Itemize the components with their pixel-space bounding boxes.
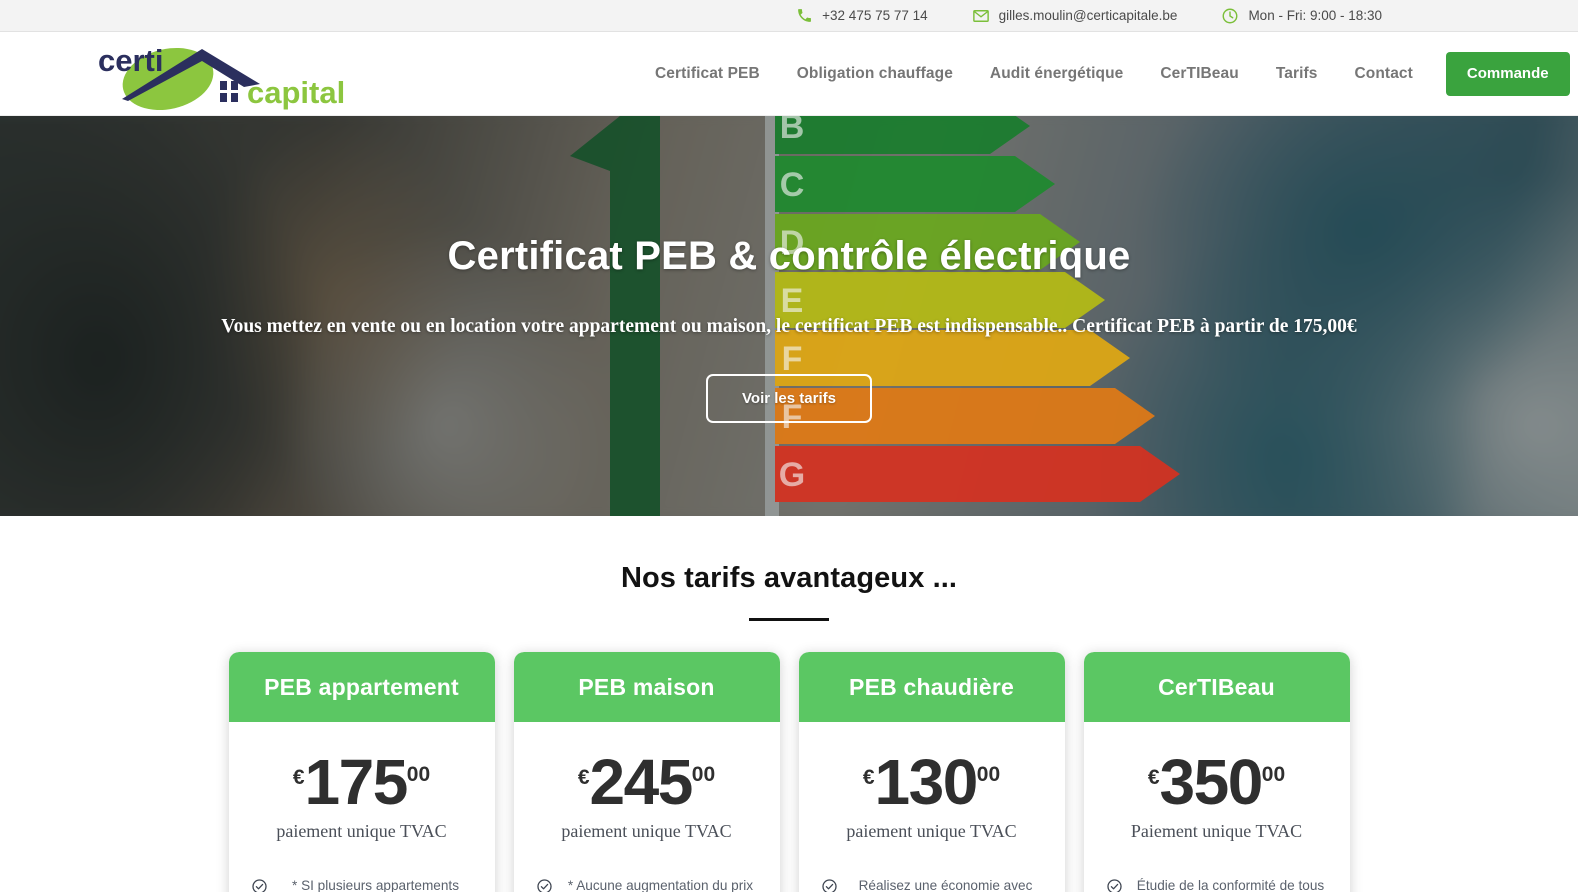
pricing-card-title: PEB chaudière: [849, 673, 1014, 700]
nav-item-obligation-chauffage[interactable]: Obligation chauffage: [797, 65, 953, 83]
site-logo[interactable]: certi capitale: [84, 37, 362, 111]
pricing-cards: PEB appartement € 175 00 paiement unique…: [0, 652, 1578, 892]
pricing-card-title: CerTIBeau: [1158, 673, 1275, 700]
price-decimals: 00: [1261, 763, 1286, 786]
site-header: certi capitale Certificat PEB Obligation…: [0, 32, 1578, 116]
pricing-card-body: € 130 00 paiement unique TVAC Réalisez u…: [799, 722, 1065, 892]
feature-item: * Aucune augmentation du prix en fonctio…: [530, 876, 764, 892]
topbar-hours: Mon - Fri: 9:00 - 18:30: [1221, 7, 1382, 25]
pricing-section-title: Nos tarifs avantageux ...: [620, 562, 958, 594]
price-currency: €: [577, 766, 590, 789]
feature-text: Étudie de la conformité de tous vos équi…: [1136, 877, 1325, 892]
pricing-card[interactable]: PEB appartement € 175 00 paiement unique…: [228, 652, 495, 892]
nav-item-audit-energetique[interactable]: Audit énergétique: [990, 65, 1123, 83]
pricing-card-body: € 175 00 paiement unique TVAC * SI plusi…: [229, 722, 495, 892]
feature-list: * Aucune augmentation du prix en fonctio…: [530, 876, 764, 892]
pricing-card-header: CerTIBeau: [1083, 652, 1350, 722]
price-note: paiement unique TVAC: [276, 820, 447, 841]
topbar-hours-text: Mon - Fri: 9:00 - 18:30: [1248, 8, 1382, 23]
clock-icon: [1221, 7, 1239, 25]
voir-les-tarifs-button[interactable]: Voir les tarifs: [706, 374, 872, 423]
hero-banner: B C D E F F G Certificat PEB & contrôle …: [0, 116, 1578, 516]
pricing-card-header: PEB chaudière: [798, 652, 1065, 722]
price-decimals: 00: [406, 763, 431, 786]
price-note: paiement unique TVAC: [846, 820, 1017, 841]
feature-text: * Aucune augmentation du prix en fonctio…: [567, 877, 754, 892]
check-circle-icon: [536, 878, 553, 892]
nav-item-contact[interactable]: Contact: [1355, 65, 1413, 83]
topbar-phone[interactable]: +32 475 75 77 14: [796, 7, 928, 24]
price-display: € 175 00: [292, 746, 431, 818]
price-display: € 245 00: [577, 746, 716, 818]
pricing-card[interactable]: CerTIBeau € 350 00 Paiement unique TVAC: [1083, 652, 1350, 892]
price-currency: €: [1147, 766, 1160, 789]
hero-title: Certificat PEB & contrôle électrique: [447, 234, 1131, 278]
nav-item-tarifs[interactable]: Tarifs: [1276, 65, 1318, 83]
feature-list: Étudie de la conformité de tous vos équi…: [1100, 876, 1334, 892]
feature-text: * SI plusieurs appartements 160,00€: [292, 877, 459, 892]
feature-item: * SI plusieurs appartements 160,00€: [245, 876, 479, 892]
svg-text:capitale: capitale: [247, 75, 346, 110]
price-decimals: 00: [976, 763, 1001, 786]
pricing-card-body: € 245 00 paiement unique TVAC * Aucune a…: [514, 722, 780, 892]
topbar-email[interactable]: gilles.moulin@certicapitale.be: [972, 7, 1178, 25]
price-note: paiement unique TVAC: [561, 820, 732, 841]
pricing-card-header: PEB appartement: [228, 652, 495, 722]
hero-content: Certificat PEB & contrôle électrique Vou…: [0, 116, 1578, 516]
pricing-card[interactable]: PEB chaudière € 130 00 paiement unique T…: [798, 652, 1065, 892]
pricing-section: Nos tarifs avantageux ... PEB appartemen…: [0, 516, 1578, 892]
price-decimals: 00: [691, 763, 716, 786]
envelope-icon: [972, 7, 990, 25]
pricing-card-title: PEB maison: [578, 673, 715, 700]
pricing-card-header: PEB maison: [513, 652, 780, 722]
svg-text:certi: certi: [98, 43, 163, 78]
main-navigation: Certificat PEB Obligation chauffage Audi…: [655, 51, 1570, 96]
feature-item: Réalisez une économie avec nos deux offr…: [815, 876, 1049, 892]
phone-icon: [796, 7, 813, 24]
price-display: € 130 00: [862, 746, 1001, 818]
check-circle-icon: [1106, 878, 1123, 892]
topbar-email-text: gilles.moulin@certicapitale.be: [998, 8, 1178, 23]
check-circle-icon: [251, 878, 268, 892]
pricing-card-body: € 350 00 Paiement unique TVAC Étudie de …: [1084, 722, 1350, 892]
price-amount: 130: [874, 746, 979, 818]
commande-button[interactable]: Commande: [1445, 51, 1570, 96]
check-circle-icon: [821, 878, 838, 892]
feature-text: Réalisez une économie avec nos deux offr…: [858, 877, 1033, 892]
section-title-underline: [749, 618, 829, 621]
pricing-card[interactable]: PEB maison € 245 00 paiement unique TVAC: [513, 652, 780, 892]
price-amount: 245: [589, 746, 694, 818]
feature-item: Étudie de la conformité de tous vos équi…: [1100, 876, 1334, 892]
price-amount: 350: [1159, 746, 1264, 818]
feature-list: * SI plusieurs appartements 160,00€: [245, 876, 479, 892]
pricing-card-title: PEB appartement: [264, 673, 459, 700]
price-note: Paiement unique TVAC: [1130, 820, 1303, 841]
hero-subtitle: Vous mettez en vente ou en location votr…: [221, 316, 1357, 337]
price-amount: 175: [304, 746, 409, 818]
price-currency: €: [292, 766, 305, 789]
nav-item-certificat-peb[interactable]: Certificat PEB: [655, 65, 760, 83]
nav-item-certibeau[interactable]: CerTIBeau: [1160, 65, 1238, 83]
price-currency: €: [862, 766, 875, 789]
price-display: € 350 00: [1147, 746, 1286, 818]
top-info-bar: +32 475 75 77 14 gilles.moulin@certicapi…: [0, 0, 1578, 32]
feature-list: Réalisez une économie avec nos deux offr…: [815, 876, 1049, 892]
topbar-phone-text: +32 475 75 77 14: [822, 8, 928, 23]
